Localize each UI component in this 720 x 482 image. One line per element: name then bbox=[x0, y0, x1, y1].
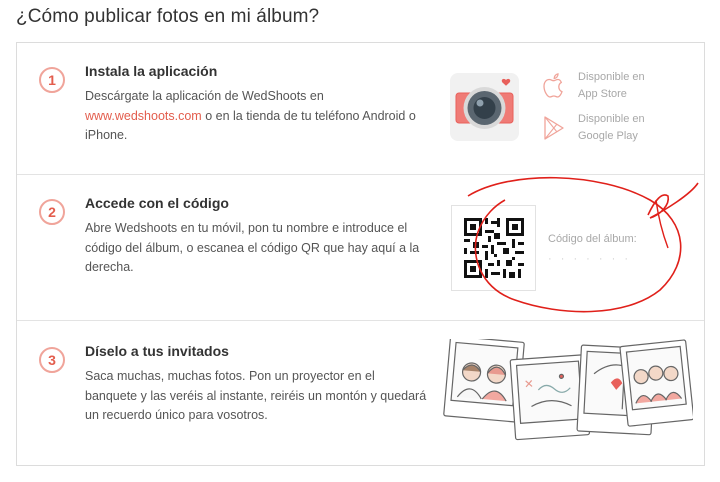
step-tell-guests: 3 Díselo a tus invitados Saca muchas, mu… bbox=[17, 321, 704, 467]
step-description: Saca muchas, muchas fotos. Pon un proyec… bbox=[85, 369, 427, 422]
qr-code-icon bbox=[464, 218, 524, 278]
step-number-badge: 1 bbox=[39, 67, 65, 93]
step-number-badge: 3 bbox=[39, 347, 65, 373]
step-number-badge: 2 bbox=[39, 199, 65, 225]
guest-photos-illustration bbox=[443, 335, 695, 449]
step-title: Instala la aplicación bbox=[85, 63, 218, 79]
app-store-line1: Disponible en bbox=[578, 71, 645, 83]
instructions-card: 1 Instala la aplicación Descárgate la ap… bbox=[16, 42, 705, 466]
step-access-code: 2 Accede con el código Abre Wedshoots en… bbox=[17, 175, 704, 321]
step-install: 1 Instala la aplicación Descárgate la ap… bbox=[17, 43, 704, 175]
page-title: ¿Cómo publicar fotos en mi álbum? bbox=[16, 6, 320, 27]
apple-icon bbox=[543, 73, 563, 98]
album-code-value: · · · · · · · bbox=[548, 253, 631, 265]
google-play-line1: Disponible en bbox=[578, 113, 645, 125]
app-store-line2: App Store bbox=[578, 88, 627, 100]
wedshoots-app-icon[interactable] bbox=[450, 73, 519, 141]
step-title: Díselo a tus invitados bbox=[85, 343, 229, 359]
wedshoots-link[interactable]: www.wedshoots.com bbox=[85, 109, 202, 123]
google-play-icon bbox=[544, 116, 564, 140]
album-code-label: Código del álbum: bbox=[548, 233, 637, 245]
step-description: Descárgate la aplicación de WedShoots en… bbox=[85, 87, 430, 146]
step-description: Abre Wedshoots en tu móvil, pon tu nombr… bbox=[85, 221, 420, 274]
qr-code-box bbox=[451, 205, 536, 291]
description-text: Descárgate la aplicación de WedShoots en bbox=[85, 89, 324, 103]
google-play-line2: Google Play bbox=[578, 130, 638, 142]
step-title: Accede con el código bbox=[85, 195, 229, 211]
